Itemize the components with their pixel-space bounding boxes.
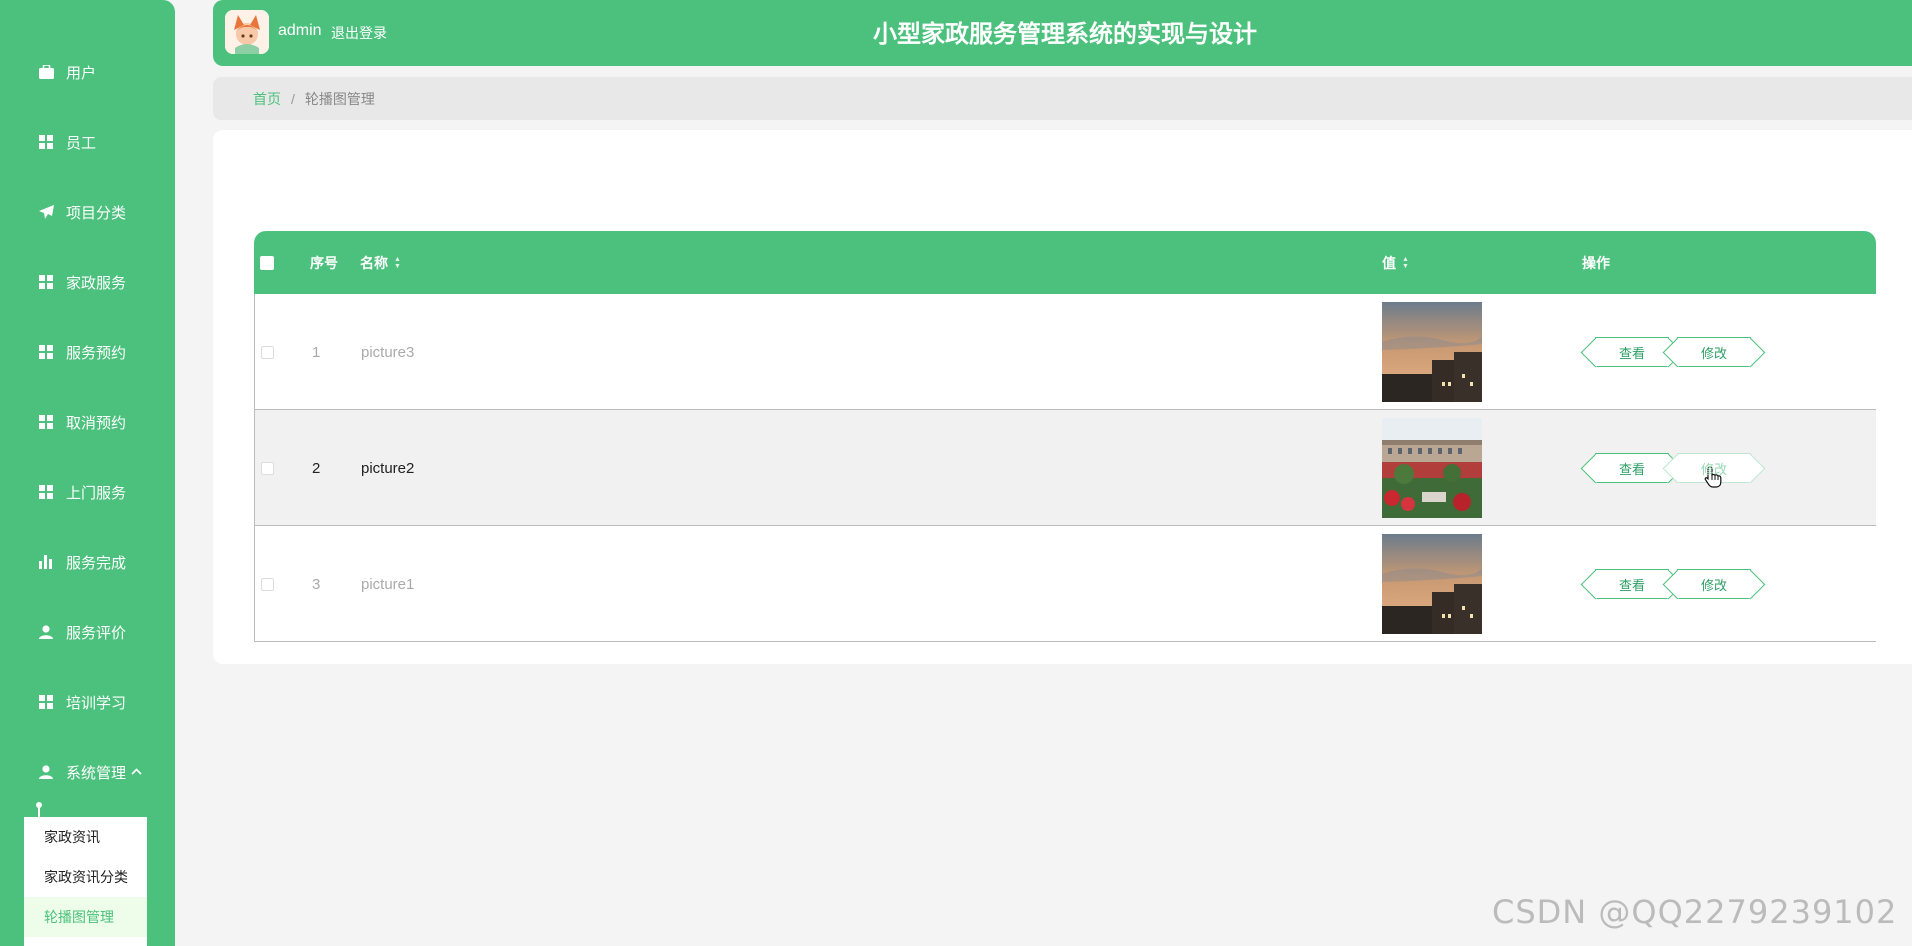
grid-icon xyxy=(38,134,54,150)
sidebar-item-label: 上门服务 xyxy=(66,484,127,502)
sidebar-item-label: 服务预约 xyxy=(66,344,127,362)
select-all-checkbox[interactable] xyxy=(260,255,274,270)
edit-button[interactable]: 修改 xyxy=(1677,337,1751,367)
breadcrumb: 首页 / 轮播图管理 xyxy=(213,77,1912,120)
sidebar: 用户 员工 项目分类 家政服务 服务预约 取消预约 上门服务 服务完成 服务评价… xyxy=(0,0,175,946)
submenu: 家政资讯 家政资讯分类 轮播图管理 xyxy=(24,817,147,946)
table-row: 1 picture3 查看 修改 xyxy=(254,294,1876,410)
sidebar-item-project-category[interactable]: 项目分类 xyxy=(0,192,175,232)
carousel-thumbnail[interactable] xyxy=(1382,534,1482,634)
row-checkbox-cell xyxy=(261,410,274,526)
sidebar-item-system-management[interactable]: 系统管理 xyxy=(0,752,175,792)
sidebar-item-service-booking[interactable]: 服务预约 xyxy=(0,332,175,372)
grid-icon xyxy=(38,344,54,360)
row-checkbox[interactable] xyxy=(261,577,274,591)
top-header: admin 退出登录 小型家政服务管理系统的实现与设计 xyxy=(213,0,1912,66)
user-icon xyxy=(38,624,54,640)
grid-icon xyxy=(38,274,54,290)
table-row: 3 picture1 查看 修改 xyxy=(254,526,1876,642)
submenu-item-news[interactable]: 家政资讯 xyxy=(24,817,147,857)
page-title: 小型家政服务管理系统的实现与设计 xyxy=(873,21,1257,48)
submenu-item-carousel[interactable]: 轮播图管理 xyxy=(24,897,147,937)
sidebar-item-housekeeping-service[interactable]: 家政服务 xyxy=(0,262,175,302)
sidebar-item-label: 家政服务 xyxy=(66,274,127,292)
cell-name: picture1 xyxy=(361,575,415,593)
sidebar-item-label: 取消预约 xyxy=(66,414,127,432)
sidebar-item-label: 服务评价 xyxy=(66,624,127,642)
submenu-pointer xyxy=(36,802,42,817)
username: admin xyxy=(278,22,322,39)
avatar xyxy=(225,10,269,54)
view-button[interactable]: 查看 xyxy=(1595,453,1669,483)
sort-icon[interactable]: ▲ ▼ xyxy=(394,256,401,270)
bar-chart-icon xyxy=(38,554,54,570)
logout-link[interactable]: 退出登录 xyxy=(331,23,387,43)
grid-icon xyxy=(38,414,54,430)
sidebar-item-training[interactable]: 培训学习 xyxy=(0,682,175,722)
sort-icon[interactable]: ▲ ▼ xyxy=(1402,256,1409,270)
carousel-thumbnail[interactable] xyxy=(1382,418,1482,518)
select-all-checkbox-cell xyxy=(260,231,274,294)
breadcrumb-current: 轮播图管理 xyxy=(304,90,375,107)
column-header-label: 值 xyxy=(1382,254,1396,271)
cell-index: 2 xyxy=(312,459,321,477)
cell-index: 3 xyxy=(312,575,321,593)
carousel-table: 序号 名称 ▲ ▼ 值 ▲ ▼ 操作 1 picture3 查看 修改 2 pi… xyxy=(254,231,1876,642)
breadcrumb-home[interactable]: 首页 xyxy=(253,89,281,109)
sidebar-item-label: 用户 xyxy=(66,64,97,82)
sidebar-item-label: 员工 xyxy=(66,134,97,152)
edit-button[interactable]: 修改 xyxy=(1677,569,1751,599)
grid-icon xyxy=(38,694,54,710)
grid-icon xyxy=(38,484,54,500)
paper-plane-icon xyxy=(38,204,54,220)
cell-actions: 查看 修改 xyxy=(1583,294,1759,410)
watermark: CSDN @QQ2279239102 xyxy=(1492,893,1898,931)
cell-image xyxy=(1382,410,1482,526)
view-button[interactable]: 查看 xyxy=(1595,337,1669,367)
cell-actions: 查看 修改 xyxy=(1583,410,1759,526)
row-checkbox[interactable] xyxy=(261,461,274,475)
briefcase-icon xyxy=(38,64,54,80)
user-icon xyxy=(38,764,54,780)
column-header-label: 名称 xyxy=(360,254,388,271)
breadcrumb-separator: / xyxy=(291,90,295,107)
row-checkbox-cell xyxy=(261,526,274,642)
column-header-name[interactable]: 名称 ▲ ▼ xyxy=(360,231,401,294)
cell-name: picture3 xyxy=(361,343,415,361)
row-checkbox[interactable] xyxy=(261,345,274,359)
sidebar-item-label: 培训学习 xyxy=(66,694,127,712)
table-row: 2 picture2 查看 修改 xyxy=(254,410,1876,526)
sidebar-item-service-review[interactable]: 服务评价 xyxy=(0,612,175,652)
carousel-thumbnail[interactable] xyxy=(1382,302,1482,402)
cell-name: picture2 xyxy=(361,459,415,477)
column-header-index: 序号 xyxy=(310,254,338,271)
view-button[interactable]: 查看 xyxy=(1595,569,1669,599)
cell-index: 1 xyxy=(312,343,321,361)
sidebar-item-users[interactable]: 用户 xyxy=(0,52,175,92)
column-header-actions: 操作 xyxy=(1582,254,1610,271)
sidebar-item-home-service[interactable]: 上门服务 xyxy=(0,472,175,512)
sidebar-item-label: 项目分类 xyxy=(66,204,127,222)
sidebar-item-label: 服务完成 xyxy=(66,554,127,572)
sidebar-item-cancel-booking[interactable]: 取消预约 xyxy=(0,402,175,442)
table-header: 序号 名称 ▲ ▼ 值 ▲ ▼ 操作 xyxy=(254,231,1876,294)
chevron-up-icon xyxy=(131,766,142,778)
cell-image xyxy=(1382,294,1482,410)
sidebar-item-staff[interactable]: 员工 xyxy=(0,122,175,162)
column-header-value[interactable]: 值 ▲ ▼ xyxy=(1382,231,1409,294)
row-checkbox-cell xyxy=(261,294,274,410)
cell-actions: 查看 修改 xyxy=(1583,526,1759,642)
cell-image xyxy=(1382,526,1482,642)
sidebar-item-label: 系统管理 xyxy=(66,764,127,782)
sidebar-item-service-complete[interactable]: 服务完成 xyxy=(0,542,175,582)
submenu-item-news-category[interactable]: 家政资讯分类 xyxy=(24,857,147,897)
